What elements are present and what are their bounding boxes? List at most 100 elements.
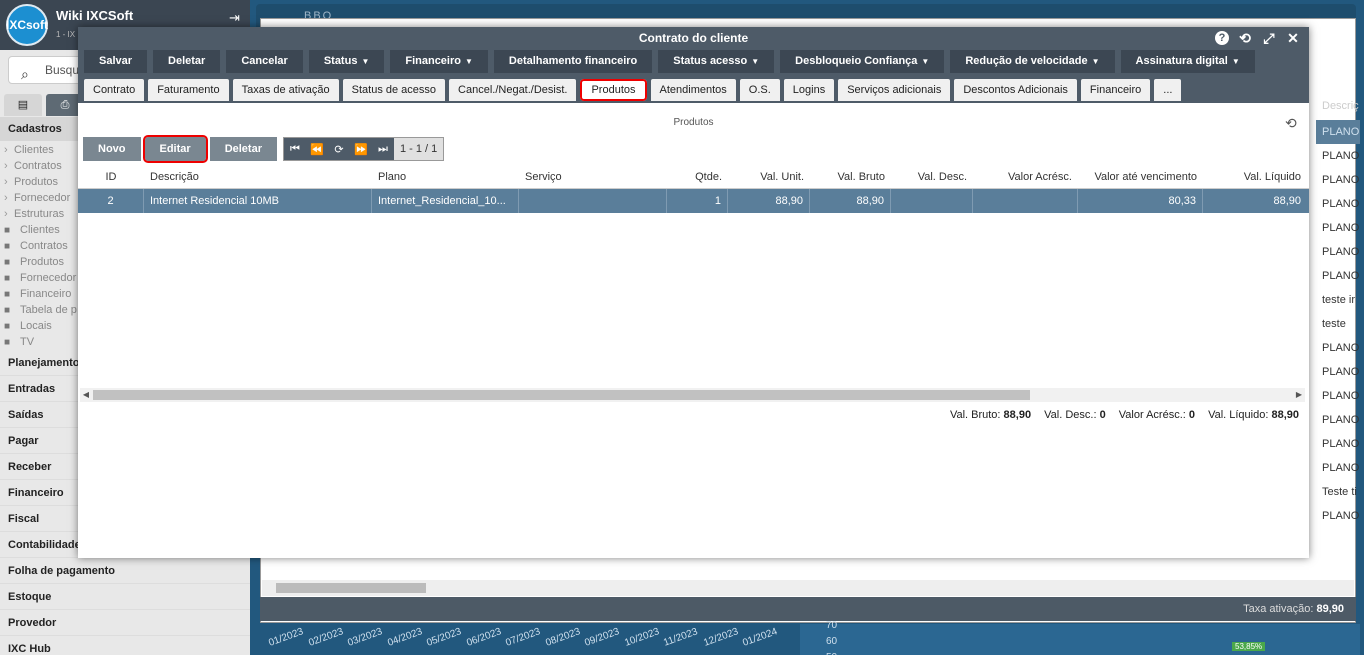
list-item[interactable]: Teste ti xyxy=(1316,480,1360,504)
app-subtitle: 1 - IX xyxy=(56,30,76,39)
background-scrollbar[interactable] xyxy=(262,580,1354,596)
prev-page-icon[interactable]: ⏪ xyxy=(306,138,328,160)
list-item[interactable]: PLANO xyxy=(1316,144,1360,168)
cell-servico xyxy=(519,189,667,213)
print-icon: ⎙ xyxy=(60,99,70,111)
expand-icon[interactable]: ⤢ xyxy=(1261,30,1277,46)
first-page-icon[interactable]: ⏮ xyxy=(284,138,306,160)
list-item[interactable]: PLANO xyxy=(1316,384,1360,408)
col-val-bruto[interactable]: Val. Bruto xyxy=(810,165,891,188)
col-id[interactable]: ID xyxy=(78,165,144,188)
tab-o-s-[interactable]: O.S. xyxy=(739,79,780,101)
col-qtde[interactable]: Qtde. xyxy=(667,165,728,188)
section-folha[interactable]: Folha de pagamento xyxy=(0,558,250,584)
tab-produtos[interactable]: Produtos xyxy=(580,79,647,101)
col-val-unit[interactable]: Val. Unit. xyxy=(728,165,810,188)
section-provedor[interactable]: Provedor xyxy=(0,610,250,636)
tab-contrato[interactable]: Contrato xyxy=(84,79,145,101)
grid-horizontal-scrollbar[interactable]: ◀ ▶ xyxy=(80,388,1305,402)
section-ixc-hub[interactable]: IXC Hub xyxy=(0,636,250,655)
tab-logins[interactable]: Logins xyxy=(783,79,835,101)
editar-button[interactable]: Editar xyxy=(142,135,208,163)
novo-button[interactable]: Novo xyxy=(83,137,141,161)
caret-down-icon: ▼ xyxy=(361,57,370,66)
history-icon[interactable]: ⟲ xyxy=(1237,30,1253,46)
toolbar-button-salvar[interactable]: Salvar xyxy=(84,50,148,73)
toolbar-button-desbloqueio-confian-a[interactable]: Desbloqueio Confiança ▼ xyxy=(780,50,945,73)
list-item[interactable]: teste xyxy=(1316,312,1360,336)
close-icon[interactable]: ✕ xyxy=(1285,30,1301,46)
list-item[interactable]: PLANO xyxy=(1316,408,1360,432)
tab-more[interactable]: ... xyxy=(1154,79,1182,101)
toolbar-button-deletar[interactable]: Deletar xyxy=(153,50,221,73)
scroll-right-icon[interactable]: ▶ xyxy=(1293,388,1305,402)
list-item[interactable]: PLANO xyxy=(1316,504,1360,528)
total-acresc-label: Valor Acrésc.: xyxy=(1118,409,1186,421)
scroll-left-icon[interactable]: ◀ xyxy=(80,388,92,402)
list-item[interactable]: PLANO xyxy=(1316,360,1360,384)
section-estoque[interactable]: Estoque xyxy=(0,584,250,610)
background-list: PLANO PLANO PLANO PLANO PLANO PLANO PLAN… xyxy=(1316,120,1360,528)
tab-atendimentos[interactable]: Atendimentos xyxy=(650,79,736,101)
last-page-icon[interactable]: ⏭ xyxy=(372,138,394,160)
list-item[interactable]: PLANO xyxy=(1316,336,1360,360)
history-icon[interactable]: ⟲ xyxy=(1285,115,1297,132)
folder-icon: ■ xyxy=(4,337,11,348)
logout-icon[interactable]: ⇥ xyxy=(229,10,240,26)
list-item[interactable]: PLANO xyxy=(1316,432,1360,456)
caret-down-icon: ▼ xyxy=(751,57,760,66)
scrollbar-thumb[interactable] xyxy=(93,390,1030,400)
toolbar-button-status[interactable]: Status ▼ xyxy=(308,50,385,73)
col-servico[interactable]: Serviço xyxy=(519,165,667,188)
col-val-liquido[interactable]: Val. Líquido xyxy=(1203,165,1307,188)
list-item[interactable]: teste ir xyxy=(1316,288,1360,312)
toolbar-button-assinatura-digital[interactable]: Assinatura digital ▼ xyxy=(1120,50,1255,73)
tab-servi-os-adicionais[interactable]: Serviços adicionais xyxy=(838,79,951,101)
y-tick: 50 xyxy=(826,650,837,655)
modal-title: Contrato do cliente xyxy=(638,31,749,45)
deletar-button[interactable]: Deletar xyxy=(209,137,277,161)
modal-toolbar: Salvar Deletar Cancelar Status ▼ Financeiro ▼ D… xyxy=(78,50,1309,77)
tab-taxas-de-ativa-o[interactable]: Taxas de ativação xyxy=(232,79,339,101)
products-grid: ID Descrição Plano Serviço Qtde. Val. Un… xyxy=(78,165,1309,213)
next-page-icon[interactable]: ⏩ xyxy=(350,138,372,160)
month-tick: 10/2023 xyxy=(622,626,661,649)
tab-cancel-negat-desist-[interactable]: Cancel./Negat./Desist. xyxy=(449,79,577,101)
list-item[interactable]: PLANO xyxy=(1316,240,1360,264)
col-plano[interactable]: Plano xyxy=(372,165,519,188)
col-valor-acresc[interactable]: Valor Acrésc. xyxy=(973,165,1078,188)
scrollbar-thumb[interactable] xyxy=(276,583,426,593)
action-bar: Novo Editar Deletar ⏮ ⏪ ⟳ ⏩ ⏭ 1 - 1 / 1 xyxy=(83,135,445,163)
toolbar-button-redu-o-de-velocidade[interactable]: Redução de velocidade ▼ xyxy=(950,50,1115,73)
folder-icon: ■ xyxy=(4,257,11,268)
list-item[interactable]: PLANO xyxy=(1316,456,1360,480)
table-row[interactable]: 2 Internet Residencial 10MB Internet_Res… xyxy=(78,189,1309,213)
list-item[interactable]: PLANO xyxy=(1316,120,1360,144)
refresh-icon[interactable]: ⟳ xyxy=(328,138,350,160)
help-icon[interactable]: ? xyxy=(1215,31,1229,45)
month-tick: 04/2023 xyxy=(385,626,424,649)
tab-descontos-adicionais[interactable]: Descontos Adicionais xyxy=(954,79,1077,101)
footer-value: 89,90 xyxy=(1316,603,1344,615)
month-tick: 02/2023 xyxy=(306,626,345,649)
tab-financeiro[interactable]: Financeiro xyxy=(1080,79,1151,101)
list-item[interactable]: PLANO xyxy=(1316,216,1360,240)
folder-icon: ■ xyxy=(4,305,11,316)
col-valor-vencimento[interactable]: Valor até vencimento xyxy=(1078,165,1203,188)
tab-status-de-acesso[interactable]: Status de acesso xyxy=(342,79,446,101)
sidebar-tab-list[interactable]: ▤ xyxy=(4,94,42,116)
contract-modal: Contrato do cliente ? ⟲ ⤢ ✕ Salvar Deleta… xyxy=(78,27,1309,558)
list-item[interactable]: PLANO xyxy=(1316,168,1360,192)
col-descricao[interactable]: Descrição xyxy=(144,165,372,188)
list-item[interactable]: PLANO xyxy=(1316,192,1360,216)
toolbar-button-cancelar[interactable]: Cancelar xyxy=(226,50,303,73)
col-val-desc[interactable]: Val. Desc. xyxy=(891,165,973,188)
toolbar-button-detalhamento-financeiro[interactable]: Detalhamento financeiro xyxy=(493,50,653,73)
toolbar-button-status-acesso[interactable]: Status acesso ▼ xyxy=(658,50,775,73)
folder-icon: ■ xyxy=(4,321,11,332)
modal-body: Produtos ⟲ Novo Editar Deletar ⏮ ⏪ ⟳ ⏩ ⏭… xyxy=(78,103,1309,558)
caret-down-icon: ▼ xyxy=(1091,57,1100,66)
list-item[interactable]: PLANO xyxy=(1316,264,1360,288)
toolbar-button-financeiro[interactable]: Financeiro ▼ xyxy=(390,50,488,73)
tab-faturamento[interactable]: Faturamento xyxy=(148,79,229,101)
